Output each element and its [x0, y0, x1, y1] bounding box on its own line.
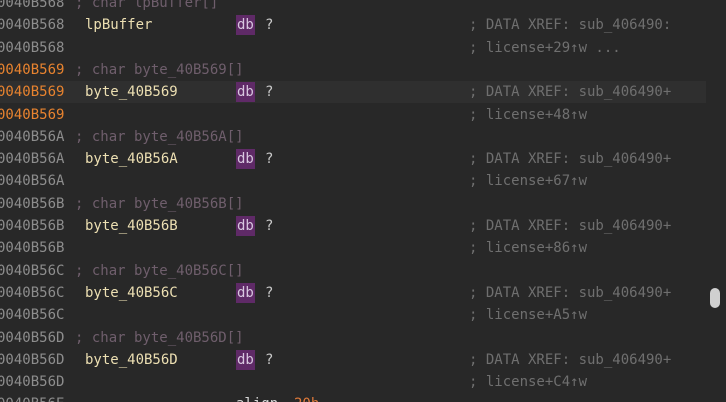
align-row[interactable]: 0040B56E align 20h [0, 393, 726, 402]
listing-row[interactable]: 0040B56D ; license+C4↑w [0, 371, 726, 393]
xref-comment[interactable]: ; DATA XREF: sub_406490+ [469, 282, 671, 304]
operand: ? [265, 151, 274, 168]
symbol-name[interactable]: byte_40B56D [85, 349, 178, 371]
address-label: 0040B56C [0, 284, 65, 301]
address-label: 0040B56B [0, 240, 65, 257]
xref-comment[interactable]: ; license+48↑w [469, 104, 587, 126]
listing-row[interactable]: 0040B568 lpBuffer db? ; DATA XREF: sub_4064… [0, 14, 726, 36]
xref-comment[interactable]: ; license+86↑w [469, 237, 587, 259]
type-comment: ; char lpBuffer[] [75, 0, 219, 11]
db-keyword: db [236, 149, 255, 170]
listing-row[interactable]: 0040B568 ; char lpBuffer[] [0, 0, 726, 14]
listing-row[interactable]: 0040B56C ; license+A5↑w [0, 304, 726, 326]
address-label: 0040B56C [0, 307, 65, 324]
address-label: 0040B56E [0, 393, 64, 402]
listing-row[interactable]: 0040B569 ; license+48↑w [0, 104, 726, 126]
scrollbar-thumb[interactable] [710, 288, 720, 308]
address-label: 0040B56B [0, 195, 65, 212]
listing-row[interactable]: 0040B568 ; license+29↑w ... [0, 37, 726, 59]
listing-row[interactable]: 0040B56D byte_40B56D db? ; DATA XREF: sub_4… [0, 349, 726, 371]
symbol-name[interactable]: byte_40B56C [85, 282, 178, 304]
xref-comment[interactable]: ; DATA XREF: sub_406490+ [469, 349, 671, 371]
address-label: 0040B56A [0, 173, 65, 190]
listing-row[interactable]: 0040B56C byte_40B56C db? ; DATA XREF: sub_4… [0, 282, 726, 304]
symbol-name[interactable]: byte_40B56B [85, 215, 178, 237]
db-keyword: db [236, 216, 255, 236]
listing-row[interactable]: 0040B56A byte_40B56A db? ; DATA XREF: sub_4… [0, 148, 726, 170]
listing-row[interactable]: 0040B56A ; char byte_40B56A[] [0, 126, 726, 148]
operand: ? [265, 218, 274, 234]
listing-row[interactable]: 0040B56D ; char byte_40B56D[] [0, 327, 726, 349]
address-label: 0040B56D [0, 351, 65, 368]
db-keyword: db [236, 349, 255, 370]
xref-comment[interactable]: ; license+C4↑w [469, 371, 587, 393]
operand: ? [265, 351, 274, 368]
vertical-scrollbar[interactable] [706, 0, 726, 402]
listing-row[interactable]: 0040B56A ; license+67↑w [0, 170, 726, 192]
directive-align: align [236, 393, 278, 402]
address-label: 0040B56A [0, 128, 65, 145]
address-label: 0040B56B [0, 218, 65, 234]
db-keyword: db [236, 82, 255, 103]
listing-row[interactable]: 0040B569 byte_40B569 db? ; DATA XREF: sub_4… [0, 81, 726, 104]
xref-comment[interactable]: ; license+67↑w [469, 170, 587, 192]
type-comment: ; char byte_40B56D[] [75, 329, 244, 346]
operand: ? [265, 284, 274, 301]
address-label: 0040B569 [0, 106, 65, 123]
xref-comment[interactable]: ; DATA XREF: sub_406490+ [469, 81, 671, 103]
db-keyword: db [236, 282, 255, 303]
align-value: 20h [294, 393, 319, 402]
listing-row[interactable]: 0040B56B byte_40B56B db? ; DATA XREF: sub_4… [0, 215, 726, 237]
address-label: 0040B568 [0, 17, 65, 34]
address-label: 0040B56D [0, 374, 65, 391]
address-label: 0040B569 [0, 84, 65, 101]
symbol-name[interactable]: byte_40B569 [85, 81, 178, 103]
symbol-name[interactable]: byte_40B56A [85, 148, 178, 170]
xref-comment[interactable]: ; DATA XREF: sub_406490: [469, 14, 671, 36]
address-label: 0040B56D [0, 329, 65, 346]
listing-row[interactable]: 0040B56C ; char byte_40B56C[] [0, 260, 726, 282]
address-label: 0040B569 [0, 61, 65, 78]
xref-comment[interactable]: ; license+A5↑w [469, 304, 587, 326]
listing-row[interactable]: 0040B56B ; char byte_40B56B[] [0, 193, 726, 215]
address-label: 0040B56C [0, 262, 65, 279]
type-comment: ; char byte_40B569[] [75, 61, 244, 78]
type-comment: ; char byte_40B56B[] [75, 195, 244, 212]
symbol-name[interactable]: lpBuffer [85, 14, 152, 36]
db-keyword: db [236, 15, 255, 36]
address-label: 0040B568 [0, 39, 65, 56]
operand: ? [265, 17, 274, 34]
xref-comment[interactable]: ; license+29↑w ... [469, 37, 621, 59]
listing-row[interactable]: 0040B569 ; char byte_40B569[] [0, 59, 726, 81]
type-comment: ; char byte_40B56A[] [75, 128, 244, 145]
type-comment: ; char byte_40B56C[] [75, 262, 244, 279]
operand: ? [265, 84, 274, 101]
address-label: 0040B568 [0, 0, 65, 11]
xref-comment[interactable]: ; DATA XREF: sub_406490+ [469, 148, 671, 170]
disassembly-view[interactable]: 0040B568 ; char lpBuffer[] 0040B568 lpBuffe… [0, 0, 726, 402]
listing-row[interactable]: 0040B56B ; license+86↑w [0, 237, 726, 259]
xref-comment[interactable]: ; DATA XREF: sub_406490+ [469, 215, 671, 237]
address-label: 0040B56A [0, 151, 65, 168]
